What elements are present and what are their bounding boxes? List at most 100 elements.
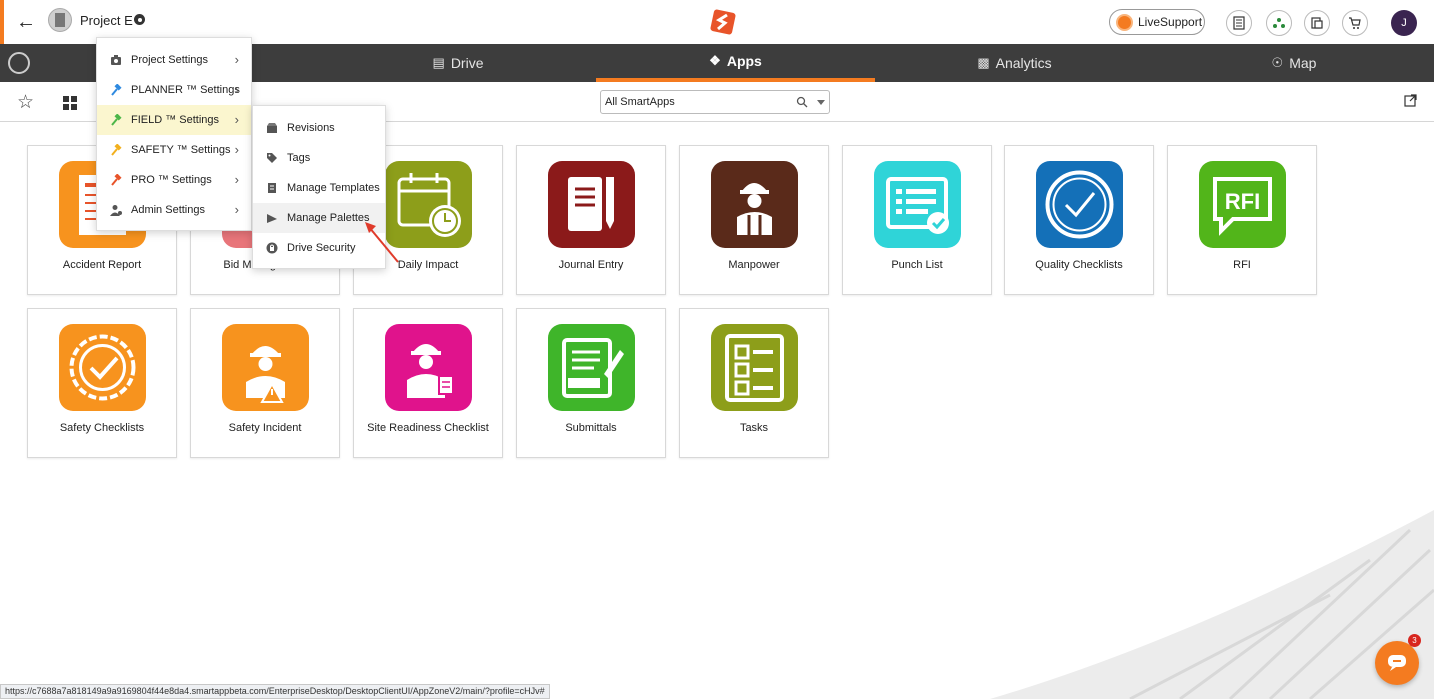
safety-checklists-icon bbox=[59, 324, 146, 411]
chevron-right-icon: › bbox=[234, 142, 239, 157]
app-label: Safety Checklists bbox=[59, 422, 145, 434]
app-card-tasks[interactable]: Tasks bbox=[679, 308, 829, 458]
tab-analytics-label: Analytics bbox=[995, 55, 1052, 71]
chart-icon: ▩ bbox=[977, 55, 990, 70]
status-bar-url: https://c7688a7a818149a9a9169804f44e8da4… bbox=[0, 684, 550, 699]
submenu-item-label: Manage Templates bbox=[287, 182, 380, 194]
submenu-item-manage-templates[interactable]: Manage Templates bbox=[253, 173, 385, 203]
decorative-texture bbox=[990, 510, 1434, 699]
app-card-journal-entry[interactable]: Journal Entry bbox=[516, 145, 666, 295]
external-link-icon[interactable] bbox=[1404, 94, 1417, 107]
document-icon bbox=[268, 183, 276, 193]
live-support-label: LiveSupport bbox=[1138, 15, 1203, 29]
grid-view-icon[interactable] bbox=[63, 96, 77, 110]
search-input[interactable] bbox=[605, 93, 791, 111]
submenu-item-label: Revisions bbox=[287, 122, 335, 134]
hammer-icon bbox=[111, 84, 122, 96]
live-support-icon bbox=[1116, 14, 1133, 31]
tab-drive[interactable]: ▤ Drive bbox=[320, 44, 596, 82]
chat-button[interactable] bbox=[1375, 641, 1419, 685]
tab-apps-label: Apps bbox=[726, 53, 762, 69]
menu-item-admin-settings[interactable]: Admin Settings › bbox=[97, 195, 251, 225]
app-label: Journal Entry bbox=[558, 259, 624, 271]
tab-drive-label: Drive bbox=[450, 55, 484, 71]
menu-item-project-settings[interactable]: Project Settings › bbox=[97, 45, 251, 75]
tab-map[interactable]: ☉ Map bbox=[1154, 44, 1434, 82]
settings-menu: Project Settings › PLANNER ™ Settings › … bbox=[96, 37, 252, 231]
tab-apps[interactable]: ❖ Apps bbox=[596, 44, 875, 82]
app-card-site-readiness-checklist[interactable]: Site Readiness Checklist bbox=[353, 308, 503, 458]
menu-item-label: FIELD ™ Settings bbox=[131, 114, 220, 126]
app-card-submittals[interactable]: Submittals bbox=[516, 308, 666, 458]
user-avatar[interactable]: J bbox=[1391, 10, 1417, 36]
project-avatar-icon[interactable] bbox=[48, 8, 72, 32]
app-label: Accident Report bbox=[62, 259, 142, 271]
smartapps-search[interactable] bbox=[600, 90, 830, 114]
app-card-quality-checklists[interactable]: Quality Checklists bbox=[1004, 145, 1154, 295]
menu-item-field-settings[interactable]: FIELD ™ Settings › bbox=[97, 105, 251, 135]
tab-analytics[interactable]: ▩ Analytics bbox=[875, 44, 1154, 82]
menu-item-safety-settings[interactable]: SAFETY ™ Settings › bbox=[97, 135, 251, 165]
app-label: Manpower bbox=[728, 259, 780, 271]
chevron-down-icon[interactable] bbox=[817, 100, 825, 105]
app-card-rfi[interactable]: RFI RFI bbox=[1167, 145, 1317, 295]
submittals-icon bbox=[548, 324, 635, 411]
admin-icon bbox=[110, 205, 122, 216]
punch-list-icon bbox=[874, 161, 961, 248]
chevron-right-icon: › bbox=[234, 52, 239, 67]
submenu-item-label: Manage Palettes bbox=[287, 212, 370, 224]
chevron-right-icon: › bbox=[234, 202, 239, 217]
folder-icon: ▤ bbox=[432, 55, 445, 70]
project-name[interactable]: Project E bbox=[80, 13, 133, 28]
hammer-icon bbox=[111, 174, 122, 186]
shield-icon bbox=[266, 242, 278, 254]
chevron-right-icon: › bbox=[234, 172, 239, 187]
chat-icon bbox=[1388, 655, 1406, 671]
app-label: Punch List bbox=[891, 259, 943, 271]
tab-map-label: Map bbox=[1289, 55, 1317, 71]
app-card-safety-incident[interactable]: Safety Incident bbox=[190, 308, 340, 458]
chevron-right-icon: › bbox=[234, 82, 239, 97]
app-label: Safety Incident bbox=[228, 422, 302, 434]
project-settings-gear-icon[interactable] bbox=[134, 14, 145, 25]
app-card-punch-list[interactable]: Punch List bbox=[842, 145, 992, 295]
app-label: Quality Checklists bbox=[1035, 259, 1123, 271]
palette-icon bbox=[267, 214, 277, 223]
favorite-star-icon[interactable]: ☆ bbox=[17, 91, 34, 114]
cart-icon[interactable] bbox=[1342, 10, 1368, 36]
menu-item-label: Admin Settings bbox=[131, 204, 205, 216]
chat-badge: 3 bbox=[1408, 634, 1421, 647]
submenu-item-revisions[interactable]: Revisions bbox=[253, 113, 385, 143]
rfi-icon: RFI bbox=[1199, 161, 1286, 248]
menu-item-planner-settings[interactable]: PLANNER ™ Settings › bbox=[97, 75, 251, 105]
search-icon[interactable] bbox=[796, 96, 808, 108]
app-card-manpower[interactable]: Manpower bbox=[679, 145, 829, 295]
app-label: RFI bbox=[1233, 259, 1251, 271]
documents-icon[interactable] bbox=[1304, 10, 1330, 36]
tag-icon bbox=[267, 153, 277, 163]
app-label: Tasks bbox=[739, 422, 769, 434]
apps-icon: ❖ bbox=[709, 53, 721, 68]
journal-entry-icon bbox=[548, 161, 635, 248]
camera-icon bbox=[111, 55, 121, 65]
hammer-icon bbox=[111, 144, 122, 156]
back-arrow-icon[interactable]: ← bbox=[16, 11, 38, 33]
submenu-item-tags[interactable]: Tags bbox=[253, 143, 385, 173]
menu-item-label: Project Settings bbox=[131, 54, 209, 66]
live-support-button[interactable]: LiveSupport bbox=[1109, 9, 1205, 35]
network-icon[interactable] bbox=[1266, 10, 1292, 36]
map-pin-icon: ☉ bbox=[1271, 55, 1284, 70]
submenu-item-label: Drive Security bbox=[287, 242, 356, 254]
list-view-icon[interactable] bbox=[1226, 10, 1252, 36]
svg-text:RFI: RFI bbox=[1225, 189, 1260, 214]
app-label: Site Readiness Checklist bbox=[367, 422, 489, 434]
chevron-right-icon: › bbox=[234, 112, 239, 127]
menu-item-label: SAFETY ™ Settings bbox=[131, 144, 231, 156]
manpower-icon bbox=[711, 161, 798, 248]
submenu-item-label: Tags bbox=[287, 152, 311, 164]
home-icon[interactable] bbox=[8, 52, 30, 74]
menu-item-label: PLANNER ™ Settings bbox=[131, 84, 240, 96]
site-readiness-checklist-icon bbox=[385, 324, 472, 411]
menu-item-pro-settings[interactable]: PRO ™ Settings › bbox=[97, 165, 251, 195]
app-card-safety-checklists[interactable]: Safety Checklists bbox=[27, 308, 177, 458]
